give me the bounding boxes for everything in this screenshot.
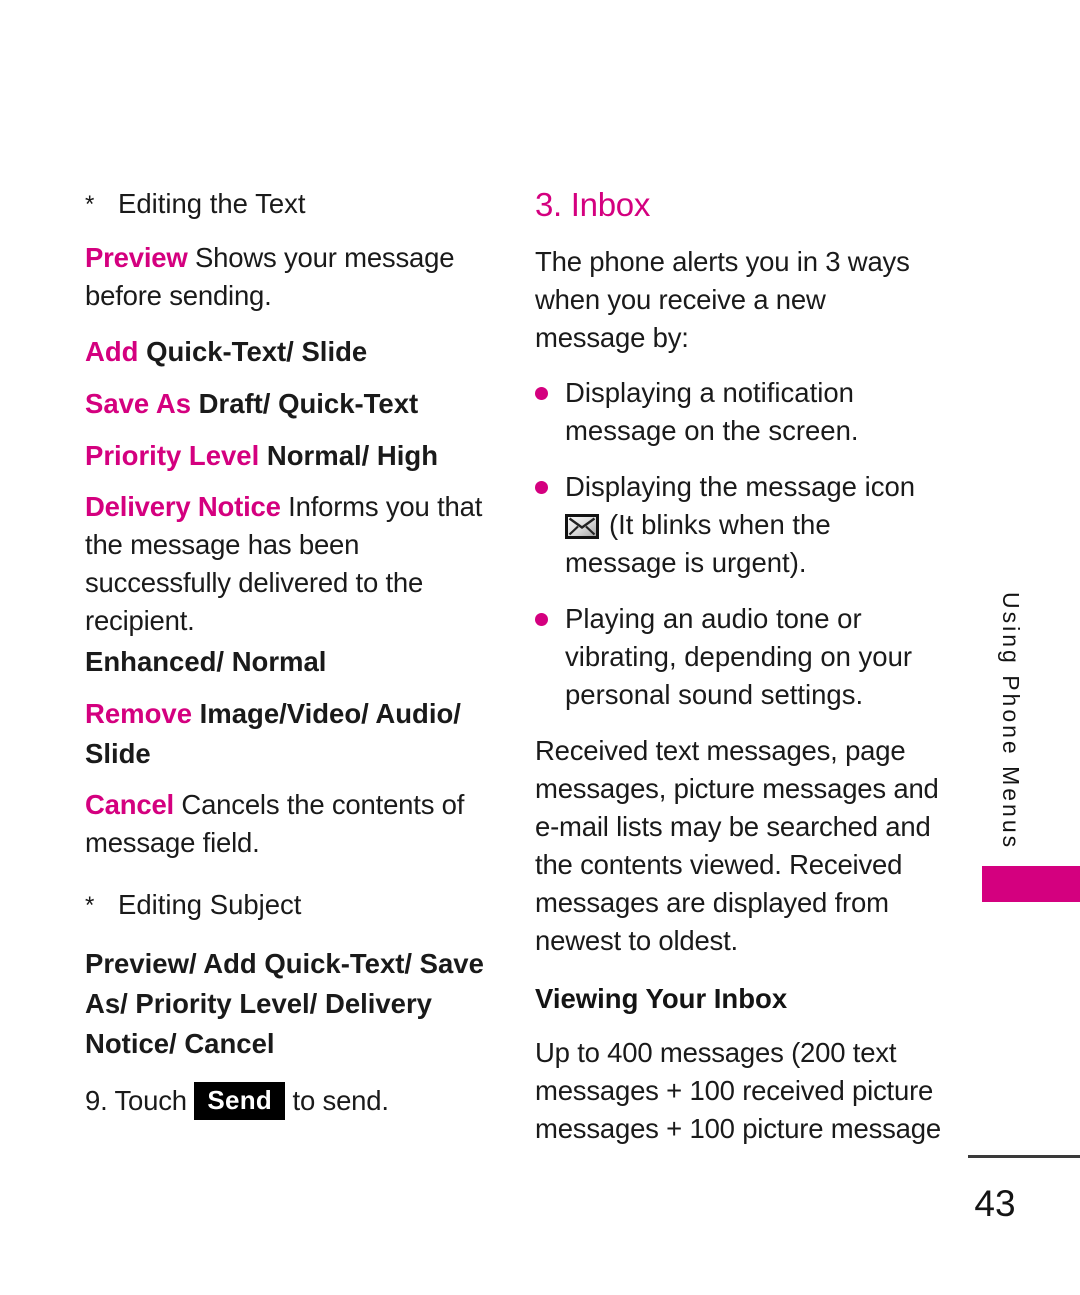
editing-subject-label: Editing Subject [118,889,302,920]
alert-text-after-icon: (It blinks when the message is urgent). [565,509,831,578]
alert-bullet-message-icon: Displaying the message icon (It blinks w… [535,468,943,582]
alert-bullet-text: Playing an audio tone or vibrating, depe… [565,603,913,710]
add-keyword: Add [85,336,139,367]
editing-text-label: Editing the Text [118,188,306,219]
section-color-tab [982,866,1080,902]
preview-entry: Preview Shows your message before sendin… [85,239,485,315]
inbox-intro-paragraph: The phone alerts you in 3 ways when you … [535,246,910,353]
delivery-notice-entry: Delivery Notice Informs you that the mes… [85,488,485,640]
delivery-notice-keyword: Delivery Notice [85,491,281,522]
capacity-paragraph: Up to 400 messages (200 text messages + … [535,1037,941,1144]
save-as-values: Draft/ Quick-Text [191,388,419,419]
add-option: Add Quick-Text/ Slide [85,332,485,372]
viewing-inbox-heading: Viewing Your Inbox [535,983,788,1014]
remove-keyword: Remove [85,698,192,729]
editing-text-heading: * Editing the Text [85,185,485,225]
right-column: 3. Inbox The phone alerts you in 3 ways … [535,185,943,1165]
subject-options: Preview/ Add Quick-Text/ Save As/ Priori… [85,948,484,1059]
running-head-using-phone-menus: Using Phone Menus [998,592,1024,851]
received-messages-paragraph: Received text messages, page messages, p… [535,735,939,956]
alert-bullet-text-with-icon: Displaying the message icon (It blinks w… [565,468,943,582]
add-values: Quick-Text/ Slide [138,336,368,367]
alert-bullet-text: Displaying a notification message on the… [565,377,859,446]
step-nine-prefix: 9. Touch [85,1085,187,1116]
priority-level-option: Priority Level Normal/ High [85,436,485,476]
step-nine: 9. Touch Send to send. [85,1082,485,1120]
remove-option: Remove Image/Video/ Audio/ Slide [85,694,485,774]
page-number: 43 [974,1183,1016,1224]
cancel-keyword: Cancel [85,789,174,820]
left-column: * Editing the Text Preview Shows your me… [85,185,485,1137]
alert-bullet-notification: Displaying a notification message on the… [535,374,943,450]
step-nine-suffix: to send. [292,1085,389,1116]
priority-level-values: Normal/ High [259,440,439,471]
priority-level-keyword: Priority Level [85,440,260,471]
bullet-dot-icon [535,374,565,450]
bullet-dot-icon [535,468,565,582]
envelope-icon [565,511,599,539]
alert-text-before-icon: Displaying the message icon [565,471,916,502]
save-as-option: Save As Draft/ Quick-Text [85,384,485,424]
asterisk-marker: * [85,191,95,218]
section-heading-inbox: 3. Inbox [535,186,651,223]
preview-keyword: Preview [85,242,188,273]
editing-subject-heading: * Editing Subject [85,886,485,926]
cancel-entry: Cancel Cancels the contents of message f… [85,786,485,862]
manual-page: * Editing the Text Preview Shows your me… [0,0,1080,1295]
save-as-keyword: Save As [85,388,191,419]
delivery-notice-values: Enhanced/ Normal [85,646,327,677]
bullet-dot-icon [535,600,565,714]
asterisk-marker-subject: * [85,892,95,919]
alert-bullet-audio-tone: Playing an audio tone or vibrating, depe… [535,600,943,714]
send-key[interactable]: Send [194,1082,286,1120]
footer-divider [968,1155,1080,1158]
